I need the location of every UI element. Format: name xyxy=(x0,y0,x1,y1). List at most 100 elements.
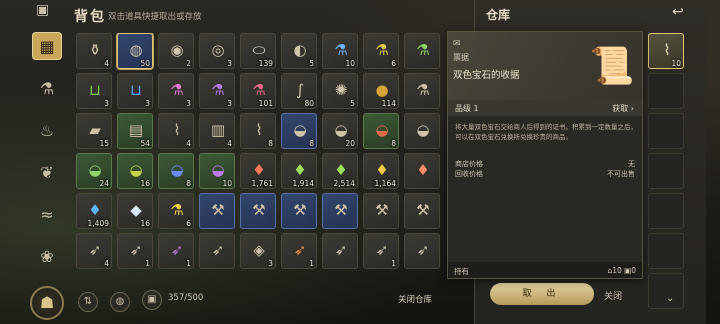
item-slot[interactable]: ➶ xyxy=(322,233,358,269)
meat-icon: ◎ xyxy=(211,41,225,59)
item-slot[interactable]: ➶ xyxy=(404,233,440,269)
item-slot[interactable]: ▤ 54 xyxy=(117,113,153,149)
item-slot[interactable]: ◐ 5 xyxy=(281,33,317,69)
dish-icon: ◉ xyxy=(170,41,184,59)
menu-icon[interactable]: ▦ xyxy=(32,32,62,60)
tome-icon: ▤ xyxy=(128,121,144,139)
item-slot[interactable]: ⚗ xyxy=(404,33,440,69)
close-warehouse-button[interactable]: 关闭仓库 xyxy=(398,293,432,305)
green-dye-icon: ◒ xyxy=(88,161,102,179)
item-slot[interactable]: ➶ 1 xyxy=(281,233,317,269)
item-slot[interactable]: ⚗ 101 xyxy=(240,73,276,109)
pouch-icon: ◍ xyxy=(129,41,143,59)
bag-count: ▣0 xyxy=(624,266,636,275)
sort-icon[interactable]: ⇅ xyxy=(78,292,98,312)
item-slot[interactable]: ⚒ xyxy=(240,193,276,229)
item-slot[interactable]: ◍ 50 xyxy=(117,33,153,69)
anvil-6-icon: ⚒ xyxy=(416,201,430,219)
item-slot[interactable]: ◒ xyxy=(404,113,440,149)
item-slot[interactable]: ⚒ xyxy=(281,193,317,229)
item-slot[interactable]: ⚱ 4 xyxy=(76,33,112,69)
item-slot[interactable]: ⬭ 139 xyxy=(240,33,276,69)
item-slot[interactable]: ◎ 3 xyxy=(199,33,235,69)
item-slot[interactable]: ∫ 80 xyxy=(281,73,317,109)
item-slot[interactable]: ▥ 4 xyxy=(199,113,235,149)
category-rail: ▦ ⚗ ♨ ❦ ≈ ❀ xyxy=(28,28,64,288)
item-slot[interactable]: ♦ 2,514 xyxy=(322,153,358,189)
character-avatar[interactable]: ☗ xyxy=(30,286,64,320)
red-fish-icon: ➶ xyxy=(293,241,307,259)
item-slot[interactable]: ⊔ 3 xyxy=(76,73,112,109)
worm-icon: ∫ xyxy=(296,81,304,99)
item-slot[interactable]: ⚒ xyxy=(199,193,235,229)
warehouse-slot[interactable] xyxy=(648,193,684,229)
item-slot[interactable]: ◆ 16 xyxy=(117,193,153,229)
warehouse-slot[interactable]: ⌇ 10 xyxy=(648,33,684,69)
item-slot[interactable]: ◉ 2 xyxy=(158,33,194,69)
warehouse-slot[interactable] xyxy=(648,73,684,109)
item-slot[interactable]: ♦ 1,761 xyxy=(240,153,276,189)
item-slot[interactable]: ⚒ xyxy=(363,193,399,229)
back-icon[interactable]: ↩ xyxy=(672,4,690,22)
item-slot[interactable]: ⚗ 10 xyxy=(322,33,358,69)
item-slot[interactable]: ➶ 4 xyxy=(76,233,112,269)
bag-icon[interactable]: ◍ xyxy=(110,292,130,312)
item-count: 5 xyxy=(309,59,314,68)
item-slot[interactable]: ⊔ 3 xyxy=(117,73,153,109)
item-slot[interactable]: ● 114 xyxy=(363,73,399,109)
item-slot[interactable]: ◒ 10 xyxy=(199,153,235,189)
blue-vial-icon: ⚗ xyxy=(416,81,430,99)
blue-cup-icon: ⊔ xyxy=(130,81,142,99)
yellow-gem-icon: ♦ xyxy=(375,161,389,179)
warehouse-slot[interactable] xyxy=(648,113,684,149)
fish-icon[interactable]: ≈ xyxy=(32,200,62,228)
item-slot[interactable]: ♦ 1,914 xyxy=(281,153,317,189)
item-slot[interactable]: ⚗ 6 xyxy=(158,193,194,229)
item-count: 139 xyxy=(258,59,273,68)
item-slot[interactable]: ◒ 8 xyxy=(158,153,194,189)
herb-icon[interactable]: ❦ xyxy=(32,158,62,186)
item-slot[interactable]: ♦ 1,164 xyxy=(363,153,399,189)
warehouse-slot[interactable] xyxy=(648,233,684,269)
item-slot[interactable]: ➶ xyxy=(199,233,235,269)
item-slot[interactable]: ⚗ 6 xyxy=(363,33,399,69)
item-slot[interactable]: ⚗ 3 xyxy=(158,73,194,109)
item-slot[interactable]: ⌇ 8 xyxy=(240,113,276,149)
item-slot[interactable]: ➶ 1 xyxy=(363,233,399,269)
item-slot[interactable]: ◒ 16 xyxy=(117,153,153,189)
take-out-button[interactable]: 取 出 xyxy=(490,283,594,305)
item-slot[interactable]: ◒ 24 xyxy=(76,153,112,189)
item-count: 4 xyxy=(104,259,109,268)
item-slot[interactable]: ⚗ 3 xyxy=(199,73,235,109)
receipt-type-icon: ✉ xyxy=(453,39,461,49)
item-slot[interactable]: ⚗ xyxy=(404,73,440,109)
item-slot[interactable]: ⚒ xyxy=(322,193,358,229)
item-slot[interactable]: ◒ 8 xyxy=(363,113,399,149)
item-slot[interactable]: ◒ 20 xyxy=(322,113,358,149)
item-slot[interactable]: ♦ xyxy=(404,153,440,189)
item-slot[interactable]: ◒ 8 xyxy=(281,113,317,149)
item-name: 双色宝石的收据 xyxy=(453,70,520,81)
item-count: 6 xyxy=(391,59,396,68)
item-slot[interactable]: ◈ 3 xyxy=(240,233,276,269)
item-count: 1,164 xyxy=(374,179,396,188)
flower-icon[interactable]: ❀ xyxy=(32,242,62,270)
backpack-tab-icon[interactable]: ▣ xyxy=(36,2,56,22)
pouch-icon[interactable]: ⚗ xyxy=(32,74,62,102)
item-slot[interactable]: ➶ 1 xyxy=(117,233,153,269)
item-slot[interactable]: ♦ 1,409 xyxy=(76,193,112,229)
obtain-link[interactable]: 获取 › xyxy=(612,103,634,114)
item-slot[interactable]: ▰ 15 xyxy=(76,113,112,149)
item-slot[interactable]: ➶ 1 xyxy=(158,233,194,269)
item-slot[interactable]: ⚒ xyxy=(404,193,440,229)
map-icon: ▥ xyxy=(210,121,226,139)
warehouse-slot-count: 10 xyxy=(671,59,681,68)
item-slot[interactable]: ✺ 5 xyxy=(322,73,358,109)
warehouse-slot[interactable] xyxy=(648,153,684,189)
item-slot[interactable]: ⌇ 4 xyxy=(158,113,194,149)
tooltip-close-label[interactable]: 关闭 xyxy=(604,289,622,302)
orb-icon: ● xyxy=(375,81,389,99)
stew-icon: ◐ xyxy=(293,41,307,59)
potion-icon[interactable]: ♨ xyxy=(32,116,62,144)
chevron-down-icon[interactable]: ⌄ xyxy=(666,293,680,307)
